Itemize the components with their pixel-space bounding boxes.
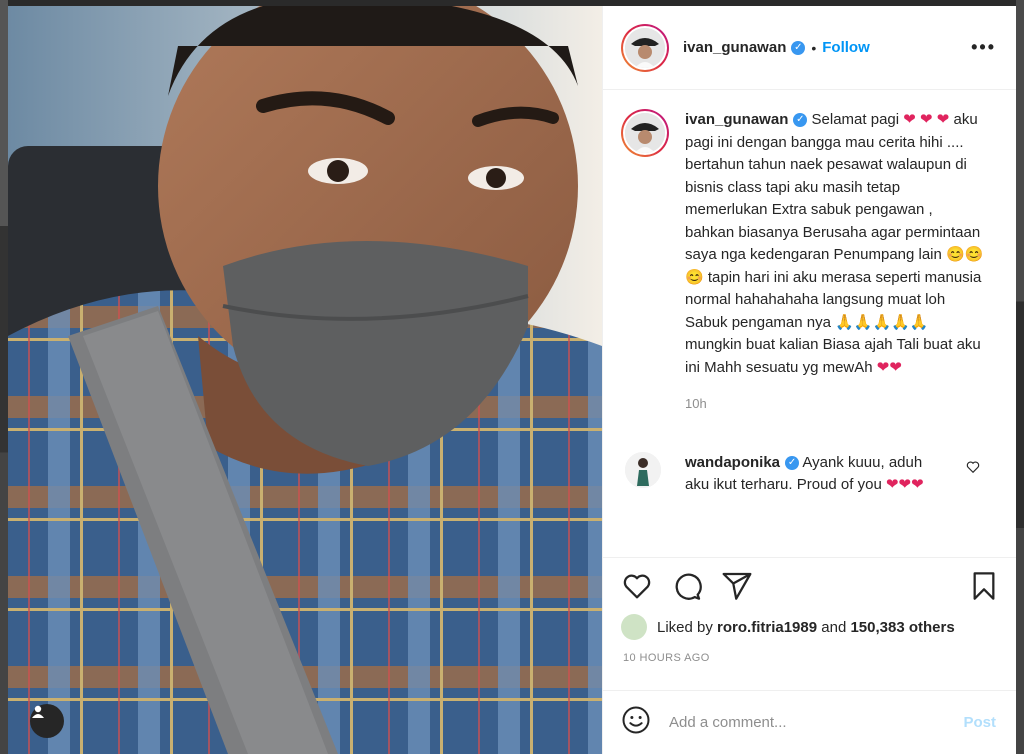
caption-username[interactable]: ivan_gunawan xyxy=(685,111,788,128)
pray-emoji-icon: 🙏 xyxy=(872,313,892,331)
verified-badge-icon: ✓ xyxy=(785,455,800,470)
likes-prefix: Liked by xyxy=(657,618,713,636)
separator-dot: • xyxy=(811,39,817,56)
like-icon[interactable] xyxy=(621,570,653,607)
comment-input[interactable] xyxy=(669,714,939,731)
smile-emoji-icon: 😊 xyxy=(685,268,704,286)
heart-emoji-icon: ❤ xyxy=(885,475,899,493)
caption-avatar[interactable] xyxy=(621,109,669,157)
verified-badge-icon: ✓ xyxy=(793,113,808,128)
user-tag-icon[interactable] xyxy=(30,704,64,738)
comments-list[interactable]: ivan_gunawan ✓ Selamat pagi ❤ ❤ ❤ aku pag… xyxy=(603,91,1016,556)
emoji-picker-icon[interactable] xyxy=(621,705,651,740)
comment-like-icon[interactable] xyxy=(966,460,980,479)
liker-avatar[interactable] xyxy=(621,614,647,640)
heart-emoji-icon: ❤ xyxy=(920,111,933,128)
comment-icon[interactable] xyxy=(671,570,703,607)
add-comment-bar: Post xyxy=(603,690,1016,754)
caption-line-2: aku pagi ini dengan bangga mau cerita hi… xyxy=(685,111,981,263)
backdrop-right xyxy=(1016,0,1024,754)
pray-emoji-icon: 🙏 xyxy=(853,313,873,331)
action-bar xyxy=(603,557,1016,615)
caption-text: ivan_gunawan ✓ Selamat pagi ❤ ❤ ❤ aku pag… xyxy=(685,109,985,416)
caption: ivan_gunawan ✓ Selamat pagi ❤ ❤ ❤ aku pag… xyxy=(621,109,998,416)
caption-line-1: Selamat pagi xyxy=(811,111,900,128)
liker-username[interactable]: roro.fitria1989 xyxy=(717,619,817,636)
more-options-icon[interactable]: ••• xyxy=(971,38,996,56)
author-avatar[interactable] xyxy=(621,23,669,72)
likes-conjunction: and xyxy=(821,618,847,636)
heart-emoji-icon: ❤ xyxy=(936,111,950,128)
backdrop-left xyxy=(0,0,8,754)
post-detail-panel: ivan_gunawan ✓ • Follow ••• ivan_gunawan… xyxy=(602,6,1016,754)
heart-emoji-icon: ❤ xyxy=(903,111,916,128)
pray-emoji-icon: 🙏 xyxy=(909,313,929,331)
commenter-avatar[interactable] xyxy=(625,451,661,488)
comment-item: wandaponika ✓ Ayank kuuu, aduh aku ikut t… xyxy=(621,451,998,496)
follow-button[interactable]: Follow xyxy=(822,39,870,56)
post-timestamp[interactable]: 10 HOURS AGO xyxy=(623,652,710,664)
heart-emoji-icon: ❤ xyxy=(898,475,912,493)
post-header: ivan_gunawan ✓ • Follow ••• xyxy=(603,6,1016,90)
caption-line-4: mungkin buat kalian Biasa ajah Tali buat… xyxy=(685,336,981,376)
comment-text: wandaponika ✓ Ayank kuuu, aduh aku ikut t… xyxy=(685,452,945,496)
likes-others-count[interactable]: 150,383 others xyxy=(850,619,954,636)
post-comment-button[interactable]: Post xyxy=(963,714,996,731)
heart-emoji-icon: ❤ xyxy=(911,475,924,493)
heart-emoji-icon: ❤ xyxy=(876,358,890,376)
caption-line-3: tapin hari ini aku merasa seperti manusi… xyxy=(685,268,982,331)
commenter-username[interactable]: wandaponika xyxy=(685,454,780,471)
pray-emoji-icon: 🙏 xyxy=(835,313,854,331)
pray-emoji-icon: 🙏 xyxy=(891,313,910,331)
photo-illustration xyxy=(8,6,602,754)
post-photo[interactable] xyxy=(8,6,602,754)
caption-timestamp[interactable]: 10h xyxy=(685,393,985,416)
smile-emoji-icon: 😊 xyxy=(946,246,965,263)
verified-badge-icon: ✓ xyxy=(791,40,806,55)
heart-emoji-icon: ❤ xyxy=(889,358,902,376)
share-icon[interactable] xyxy=(721,570,753,607)
likes-summary: Liked by roro.fitria1989 and 150,383 oth… xyxy=(621,614,955,640)
author-username[interactable]: ivan_gunawan xyxy=(683,39,786,56)
save-bookmark-icon[interactable] xyxy=(968,570,1000,607)
smile-emoji-icon: 😊 xyxy=(964,246,984,263)
